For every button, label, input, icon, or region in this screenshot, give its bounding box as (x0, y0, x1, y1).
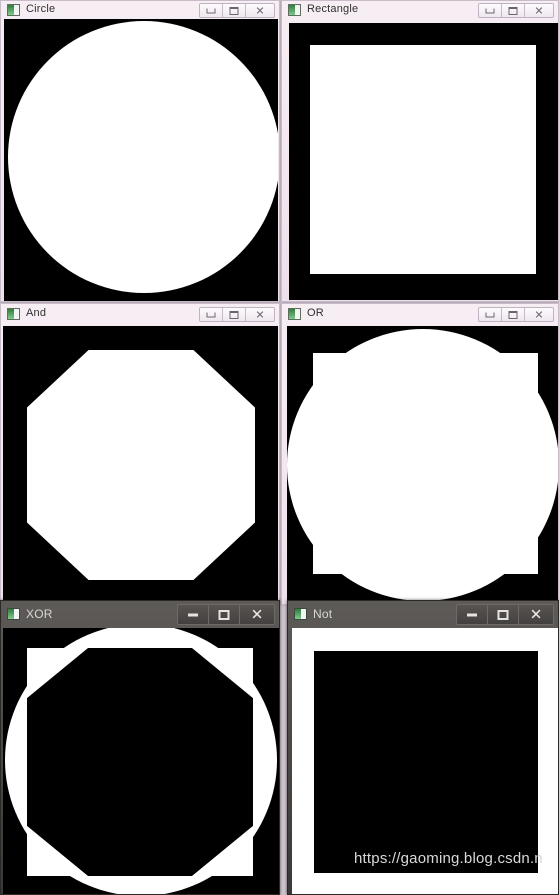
minimize-button[interactable] (479, 308, 502, 321)
shape-xor-intersection (27, 648, 253, 876)
close-icon: ✕ (534, 308, 544, 321)
maximize-button[interactable] (488, 605, 519, 624)
caption-buttons-not[interactable]: ✕ (456, 604, 554, 625)
minimize-icon (485, 8, 495, 13)
maximize-icon (218, 609, 230, 620)
canvas-circle (4, 19, 278, 301)
minimize-button[interactable] (479, 4, 502, 17)
canvas-or (287, 326, 558, 604)
image-window-icon (294, 608, 307, 620)
caption-buttons-circle[interactable]: ✕ (199, 3, 275, 18)
minimize-icon (467, 613, 477, 617)
close-button[interactable]: ✕ (240, 605, 274, 624)
shape-circle (8, 21, 278, 293)
shape-union-rectangle (313, 353, 538, 574)
maximize-button[interactable] (223, 4, 246, 17)
maximize-icon (508, 310, 518, 319)
window-title: Not (313, 607, 333, 621)
window-title: Circle (26, 3, 56, 15)
minimize-button[interactable] (200, 4, 223, 17)
close-icon: ✕ (529, 605, 543, 623)
minimize-icon (485, 312, 495, 317)
image-window-icon (7, 608, 20, 620)
canvas-rectangle (289, 23, 558, 300)
window-rectangle[interactable]: Rectangle ✕ (281, 0, 559, 302)
maximize-button[interactable] (223, 308, 246, 321)
close-icon: ✕ (255, 4, 265, 17)
maximize-button[interactable] (502, 4, 525, 17)
canvas-and (3, 326, 278, 604)
close-button[interactable]: ✕ (246, 4, 274, 17)
shape-inverted-rectangle (314, 651, 538, 873)
caption-buttons-and[interactable]: ✕ (199, 307, 275, 322)
minimize-button[interactable] (178, 605, 209, 624)
maximize-icon (229, 6, 239, 15)
close-button[interactable]: ✕ (519, 605, 553, 624)
window-circle[interactable]: Circle ✕ (0, 0, 280, 302)
close-button[interactable]: ✕ (525, 4, 553, 17)
window-and[interactable]: And ✕ (0, 303, 280, 605)
maximize-icon (229, 310, 239, 319)
window-xor[interactable]: XOR ✕ (0, 600, 280, 895)
image-window-icon (7, 3, 20, 16)
canvas-xor (3, 628, 279, 894)
close-icon: ✕ (534, 4, 544, 17)
image-window-icon (7, 307, 20, 320)
window-title: Rectangle (307, 3, 359, 15)
close-button[interactable]: ✕ (525, 308, 553, 321)
maximize-button[interactable] (502, 308, 525, 321)
minimize-button[interactable] (457, 605, 488, 624)
caption-buttons-xor[interactable]: ✕ (177, 604, 275, 625)
minimize-icon (206, 8, 216, 13)
canvas-not: https://gaoming.blog.csdn.n (292, 628, 558, 894)
minimize-button[interactable] (200, 308, 223, 321)
watermark-url: https://gaoming.blog.csdn.n (354, 850, 543, 867)
image-window-icon (288, 307, 301, 320)
window-title: And (26, 307, 47, 319)
caption-buttons-or[interactable]: ✕ (478, 307, 554, 322)
window-title: XOR (26, 607, 53, 621)
maximize-icon (497, 609, 509, 620)
window-or[interactable]: OR ✕ (281, 303, 559, 605)
shape-rectangle (310, 45, 536, 274)
shape-intersection (27, 350, 255, 580)
caption-buttons-rectangle[interactable]: ✕ (478, 3, 554, 18)
close-button[interactable]: ✕ (246, 308, 274, 321)
maximize-button[interactable] (209, 605, 240, 624)
minimize-icon (206, 312, 216, 317)
window-not[interactable]: Not ✕ https://gaoming.blog.csdn.n (287, 600, 559, 895)
minimize-icon (188, 613, 198, 617)
close-icon: ✕ (250, 605, 264, 623)
window-title: OR (307, 307, 324, 319)
close-icon: ✕ (255, 308, 265, 321)
maximize-icon (508, 6, 518, 15)
image-window-icon (288, 3, 301, 16)
